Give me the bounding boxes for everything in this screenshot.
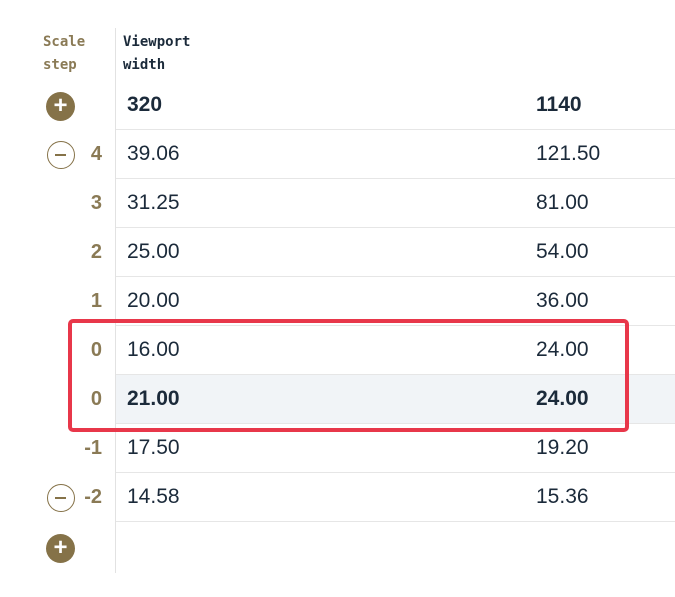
step-label: -2 [84, 486, 102, 508]
size-min: 20.00 [127, 289, 180, 312]
viewport-width-header: Viewport width [123, 31, 190, 77]
plus-circle-icon: + [53, 92, 68, 119]
table-row: 39.06 121.50 [116, 130, 675, 179]
viewport-max: 1140 [536, 93, 582, 116]
add-step-above-button[interactable]: + [46, 92, 75, 121]
highlight-box [68, 319, 629, 432]
scale-step-header: Scale step [43, 31, 85, 77]
size-min: 39.06 [127, 142, 180, 165]
table-row: 14.58 15.36 [116, 473, 675, 522]
size-min: 14.58 [127, 485, 180, 508]
size-max: 121.50 [536, 142, 601, 165]
scale-step-header-line2: step [43, 57, 77, 73]
size-max: 54.00 [536, 240, 589, 263]
step-label: 4 [90, 143, 102, 165]
plus-circle-icon: + [53, 534, 68, 561]
table-row: 25.00 54.00 [116, 228, 675, 277]
viewport-min: 320 [127, 93, 163, 116]
step-label: 3 [90, 192, 102, 214]
step-label: 2 [90, 241, 102, 263]
viewport-width-header-line1: Viewport [123, 34, 191, 50]
add-step-below-button[interactable]: + [46, 534, 75, 563]
viewport-width-header-line2: width [123, 57, 166, 73]
size-max: 15.36 [536, 485, 589, 508]
viewport-row: 320 1140 [116, 81, 675, 130]
type-scale-table: Scale step Viewport width + 320 1140 4 3… [0, 0, 675, 597]
size-min: 31.25 [127, 191, 180, 214]
table-row: 31.25 81.00 [116, 179, 675, 228]
scale-step-header-line1: Scale [43, 34, 86, 50]
size-max: 36.00 [536, 289, 589, 312]
size-max: 81.00 [536, 191, 589, 214]
size-min: 25.00 [127, 240, 180, 263]
